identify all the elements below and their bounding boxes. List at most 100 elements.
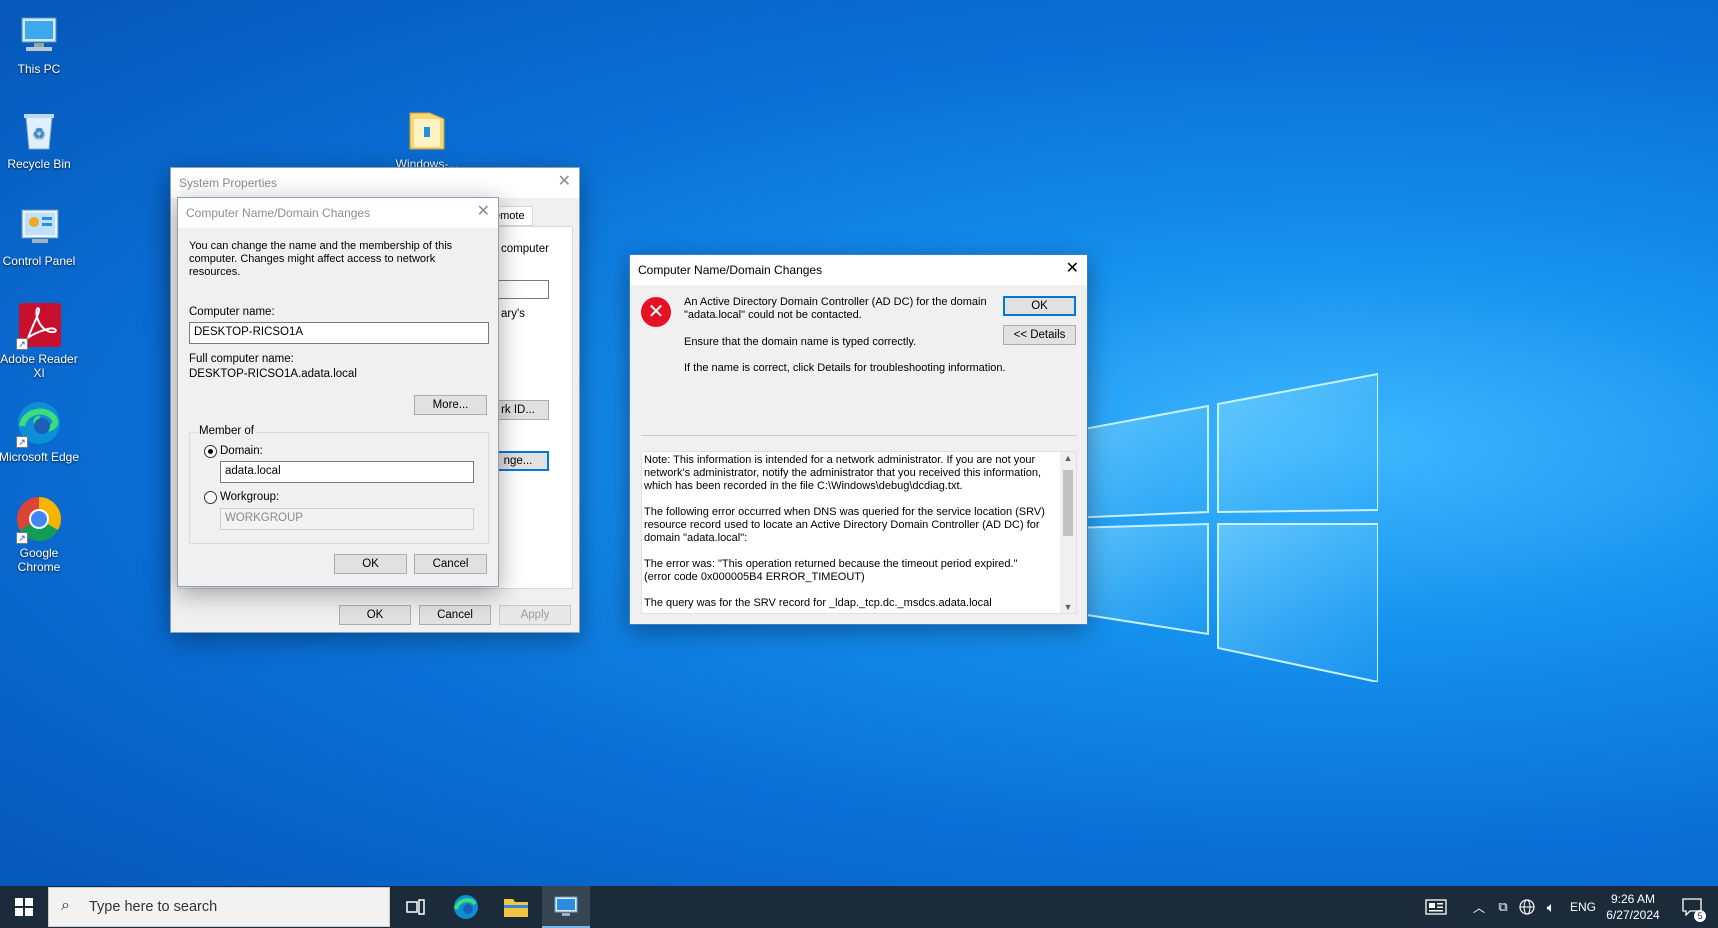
control-panel-icon	[14, 202, 64, 252]
description-fragment: computer	[501, 243, 549, 255]
speaker-icon: 🔈︎	[1546, 898, 1556, 915]
shortcut-arrow-icon: ↗	[16, 338, 28, 350]
cancel-button[interactable]: Cancel	[414, 554, 487, 574]
svg-text:♻: ♻	[33, 125, 46, 141]
recycle-bin-icon: ♻	[14, 105, 64, 155]
window-title: System Properties	[179, 176, 278, 190]
note-fragment: ary's	[501, 308, 525, 320]
desktop-icon-microsoft-edge[interactable]: ↗ Microsoft Edge	[0, 398, 80, 464]
dialog-title: Computer Name/Domain Changes	[638, 263, 823, 277]
apply-button[interactable]: Apply	[499, 605, 571, 625]
volume-button[interactable]: 🔈︎	[1540, 886, 1562, 928]
scroll-down-icon[interactable]: ▼	[1060, 602, 1076, 612]
taskbar-search-box[interactable]: ⌕ Type here to search	[48, 887, 390, 927]
windows-logo-wallpaper	[1067, 362, 1379, 684]
domain-radio[interactable]	[204, 445, 217, 458]
error-icon: ✕	[641, 297, 671, 327]
error-message-check: Ensure that the domain name is typed cor…	[684, 336, 917, 348]
search-placeholder: Type here to search	[89, 899, 218, 915]
clock-time: 9:26 AM	[1610, 892, 1656, 906]
full-name-label: Full computer name:	[189, 353, 294, 365]
close-icon[interactable]: ✕	[477, 203, 490, 221]
desktop-icon-control-panel[interactable]: Control Panel	[0, 202, 80, 268]
scroll-up-icon[interactable]: ▲	[1060, 453, 1076, 463]
meet-now-button[interactable]: ⧉	[1492, 886, 1514, 928]
desktop-icon-windows-folder[interactable]: Windows-...	[386, 105, 468, 171]
computer-name-label: Computer name:	[189, 306, 275, 318]
system-properties-icon	[554, 896, 578, 916]
computer-name-field[interactable]: DESKTOP-RICSO1A	[189, 322, 489, 344]
cancel-button[interactable]: Cancel	[419, 605, 491, 625]
taskbar-edge[interactable]	[442, 886, 490, 928]
details-dns-error: The following error occurred when DNS wa…	[644, 506, 1045, 544]
shortcut-arrow-icon: ↗	[16, 436, 28, 448]
chrome-icon: ↗	[14, 494, 64, 544]
search-icon: ⌕	[61, 897, 70, 914]
device-icon: ⧉	[1498, 899, 1508, 914]
chevron-up-icon: ︿	[1472, 900, 1485, 915]
domain-field[interactable]: adata.local	[220, 461, 474, 483]
edge-icon	[454, 895, 478, 919]
more-button[interactable]: More...	[414, 395, 487, 415]
network-globe-icon	[1519, 899, 1535, 915]
workgroup-radio[interactable]	[204, 491, 217, 504]
folder-icon	[504, 899, 528, 917]
clock[interactable]: 9:26 AM 6/27/2024	[1600, 886, 1666, 928]
clock-date: 6/27/2024	[1606, 908, 1660, 922]
details-content: Note: This information is intended for a…	[644, 454, 1059, 610]
error-dialog-titlebar: Computer Name/Domain Changes ✕	[630, 255, 1087, 285]
details-button[interactable]: << Details	[1003, 325, 1076, 345]
desktop-icon-this-pc[interactable]: This PC	[0, 10, 80, 76]
workgroup-field[interactable]: WORKGROUP	[220, 508, 474, 530]
system-properties-titlebar: System Properties ✕	[171, 168, 579, 198]
desktop-icon-google-chrome[interactable]: ↗ Google Chrome	[0, 494, 80, 574]
desktop-icon-adobe-reader[interactable]: ↗ Adobe Reader XI	[0, 300, 80, 380]
news-icon	[1425, 899, 1447, 915]
network-button[interactable]	[1516, 886, 1538, 928]
desktop-icon-recycle-bin[interactable]: ♻ Recycle Bin	[0, 105, 80, 171]
task-view-icon	[406, 899, 425, 915]
scrollbar-thumb[interactable]	[1063, 470, 1073, 536]
folder-icon	[402, 105, 452, 155]
member-of-label: Member of	[197, 425, 256, 437]
details-textbox[interactable]: Note: This information is intended for a…	[641, 451, 1077, 614]
taskbar-file-explorer[interactable]	[492, 886, 540, 928]
action-center-button[interactable]: 5	[1672, 886, 1712, 928]
adobe-reader-icon: ↗	[14, 300, 64, 350]
workgroup-label: Workgroup:	[220, 491, 280, 503]
domain-label: Domain:	[220, 445, 263, 457]
language-indicator[interactable]: ENG	[1566, 886, 1600, 928]
vertical-scrollbar[interactable]: ▲ ▼	[1060, 452, 1076, 613]
details-note: Note: This information is intended for a…	[644, 454, 1042, 492]
edge-icon: ↗	[14, 398, 64, 448]
notification-badge: 5	[1694, 910, 1706, 922]
computer-icon	[14, 10, 64, 60]
ok-button[interactable]: OK	[1003, 296, 1076, 316]
ok-button[interactable]: OK	[339, 605, 411, 625]
taskbar: ⌕ Type here to search ︿ ⧉ 🔈︎ ENG 9:26 AM…	[0, 886, 1718, 928]
error-message-main: An Active Directory Domain Controller (A…	[684, 296, 987, 321]
details-error-code: (error code 0x000005B4 ERROR_TIMEOUT)	[644, 571, 865, 583]
news-widget-button[interactable]	[1418, 886, 1454, 928]
dialog-title: Computer Name/Domain Changes	[186, 206, 371, 220]
name-change-dialog: Computer Name/Domain Changes ✕ You can c…	[177, 197, 499, 587]
error-message-details-hint: If the name is correct, click Details fo…	[684, 362, 1006, 374]
windows-start-icon	[15, 898, 33, 916]
task-view-button[interactable]	[392, 886, 440, 928]
full-name-value: DESKTOP-RICSO1A.adata.local	[189, 368, 357, 380]
details-query: The query was for the SRV record for _ld…	[644, 597, 992, 609]
ok-button[interactable]: OK	[334, 554, 407, 574]
details-error-was: The error was: "This operation returned …	[644, 558, 1018, 570]
show-hidden-icons-button[interactable]: ︿	[1468, 886, 1490, 928]
close-icon[interactable]: ✕	[1066, 260, 1079, 278]
shortcut-arrow-icon: ↗	[16, 532, 28, 544]
intro-text: You can change the name and the membersh…	[189, 240, 453, 278]
close-icon[interactable]: ✕	[558, 173, 571, 191]
name-change-titlebar: Computer Name/Domain Changes ✕	[178, 198, 498, 228]
error-dialog: Computer Name/Domain Changes ✕ ✕ An Acti…	[629, 254, 1088, 625]
start-button[interactable]	[0, 886, 48, 928]
taskbar-system-properties[interactable]	[542, 886, 590, 928]
